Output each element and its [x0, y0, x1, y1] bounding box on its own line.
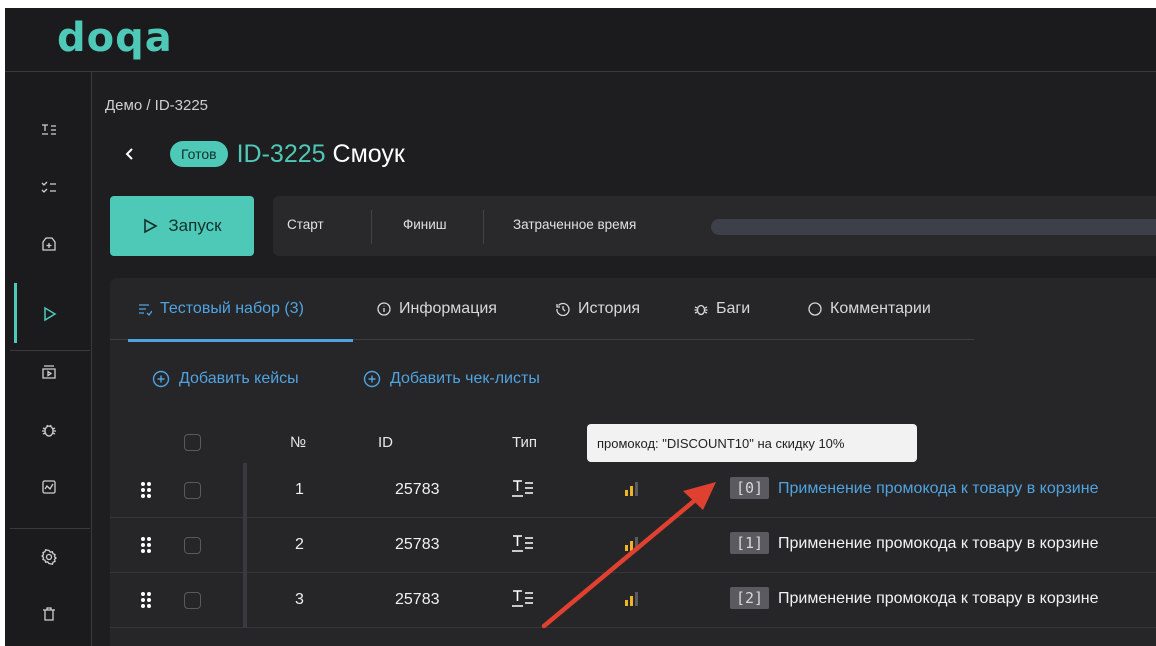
row-checkbox[interactable] [184, 537, 201, 554]
logo[interactable]: doqa [57, 14, 173, 62]
sidebar-divider [10, 350, 90, 351]
drag-handle-icon[interactable] [140, 536, 152, 554]
settings-icon[interactable] [5, 537, 92, 577]
add-icon[interactable] [5, 224, 92, 264]
separator [483, 210, 484, 244]
run-button-label: Запуск [168, 216, 222, 235]
sidebar [5, 72, 92, 646]
tab-comments[interactable]: Комментарии [808, 298, 931, 320]
table-row[interactable]: 2 25783 [1] Применение промокода к товар… [110, 518, 1156, 573]
comment-icon [808, 302, 822, 316]
elapsed-label: Затраченное время [513, 217, 637, 232]
row-id: 25783 [395, 481, 440, 498]
add-cases-button[interactable]: Добавить кейсы [152, 370, 299, 388]
plus-circle-icon [363, 370, 381, 388]
priority-icon [625, 592, 638, 606]
tab-label: Информация [399, 300, 497, 317]
bugs-icon[interactable] [5, 410, 92, 450]
column-header-num: № [290, 434, 307, 451]
row-separator [243, 463, 247, 518]
plus-circle-icon [152, 370, 170, 388]
tab-info[interactable]: Информация [377, 298, 497, 320]
checklists-icon[interactable] [5, 167, 92, 207]
table-row[interactable]: 1 25783 [0] Применение промокода к товар… [110, 463, 1156, 518]
breadcrumb[interactable]: Демо / ID-3225 [105, 97, 208, 114]
info-icon [377, 302, 391, 316]
case-name-link[interactable]: Применение промокода к товару в корзине [778, 480, 1098, 498]
trash-icon[interactable] [5, 594, 92, 634]
run-title: Смоук [332, 139, 405, 168]
tab-bar: Тестовый набор (3) Информация История Ба… [110, 278, 974, 342]
step-index: [2] [730, 587, 770, 609]
row-separator [243, 573, 247, 628]
tab-label: История [578, 300, 641, 317]
run-timing-panel: Старт Финиш Затраченное время [273, 196, 1156, 256]
column-header-type: Тип [512, 434, 538, 451]
row-num: 3 [295, 591, 304, 608]
sidebar-divider [10, 528, 90, 529]
run-button[interactable]: Запуск [110, 196, 254, 256]
step-index: [1] [730, 532, 770, 554]
row-id: 25783 [395, 536, 440, 553]
list-icon [139, 304, 152, 316]
test-cases-icon[interactable] [5, 110, 92, 150]
select-all-checkbox[interactable] [184, 434, 201, 451]
runs-icon[interactable] [5, 294, 92, 334]
history-icon [556, 302, 570, 316]
separator [371, 210, 372, 244]
page-title: ID-3225 Смоук [237, 140, 405, 169]
tooltip: промокод: "DISCOUNT10" на скидку 10% [587, 424, 917, 462]
add-cases-label: Добавить кейсы [179, 370, 299, 387]
drag-handle-icon[interactable] [140, 481, 152, 499]
tab-label: Баги [716, 300, 751, 317]
reports-icon[interactable] [5, 467, 92, 507]
row-separator [243, 518, 247, 573]
row-checkbox[interactable] [184, 592, 201, 609]
drag-handle-icon[interactable] [140, 591, 152, 609]
test-suite-card: Тестовый набор (3) Информация История Ба… [110, 278, 1156, 646]
finish-label: Финиш [403, 217, 447, 232]
tab-history[interactable]: История [556, 298, 640, 320]
row-num: 1 [295, 481, 304, 498]
start-label: Старт [287, 217, 324, 232]
bug-icon [694, 304, 708, 316]
top-bar: doqa [5, 8, 1156, 72]
app-window: doqa Демо / ID-3225 Готов ID-3225 Смоук … [5, 8, 1156, 646]
priority-icon [625, 537, 638, 551]
add-checklists-button[interactable]: Добавить чек-листы [363, 370, 540, 388]
case-name[interactable]: Применение промокода к товару в корзине [778, 590, 1098, 608]
run-id: ID-3225 [236, 139, 326, 168]
add-checklists-label: Добавить чек-листы [390, 370, 540, 387]
status-badge: Готов [170, 141, 228, 167]
test-case-type-icon [512, 590, 533, 607]
step-index: [0] [730, 477, 770, 499]
tab-label: Тестовый набор (3) [160, 300, 304, 317]
case-name[interactable]: Применение промокода к товару в корзине [778, 535, 1098, 553]
test-case-type-icon [512, 480, 533, 497]
tab-bugs[interactable]: Баги [694, 298, 750, 320]
row-checkbox[interactable] [184, 482, 201, 499]
play-icon [144, 218, 159, 234]
test-case-type-icon [512, 535, 533, 552]
priority-icon [625, 482, 638, 496]
import-icon[interactable] [5, 352, 92, 392]
title-row: Готов ID-3225 Смоук [120, 136, 405, 172]
row-num: 2 [295, 536, 304, 553]
active-tab-underline [128, 339, 353, 342]
table-row[interactable]: 3 25783 [2] Применение промокода к товар… [110, 573, 1156, 628]
row-id: 25783 [395, 591, 440, 608]
back-button[interactable] [120, 144, 140, 164]
column-header-id: ID [378, 434, 393, 451]
tab-label: Комментарии [830, 300, 931, 317]
tab-test-suite[interactable]: Тестовый набор (3) [138, 298, 304, 320]
progress-bar [711, 219, 1156, 235]
